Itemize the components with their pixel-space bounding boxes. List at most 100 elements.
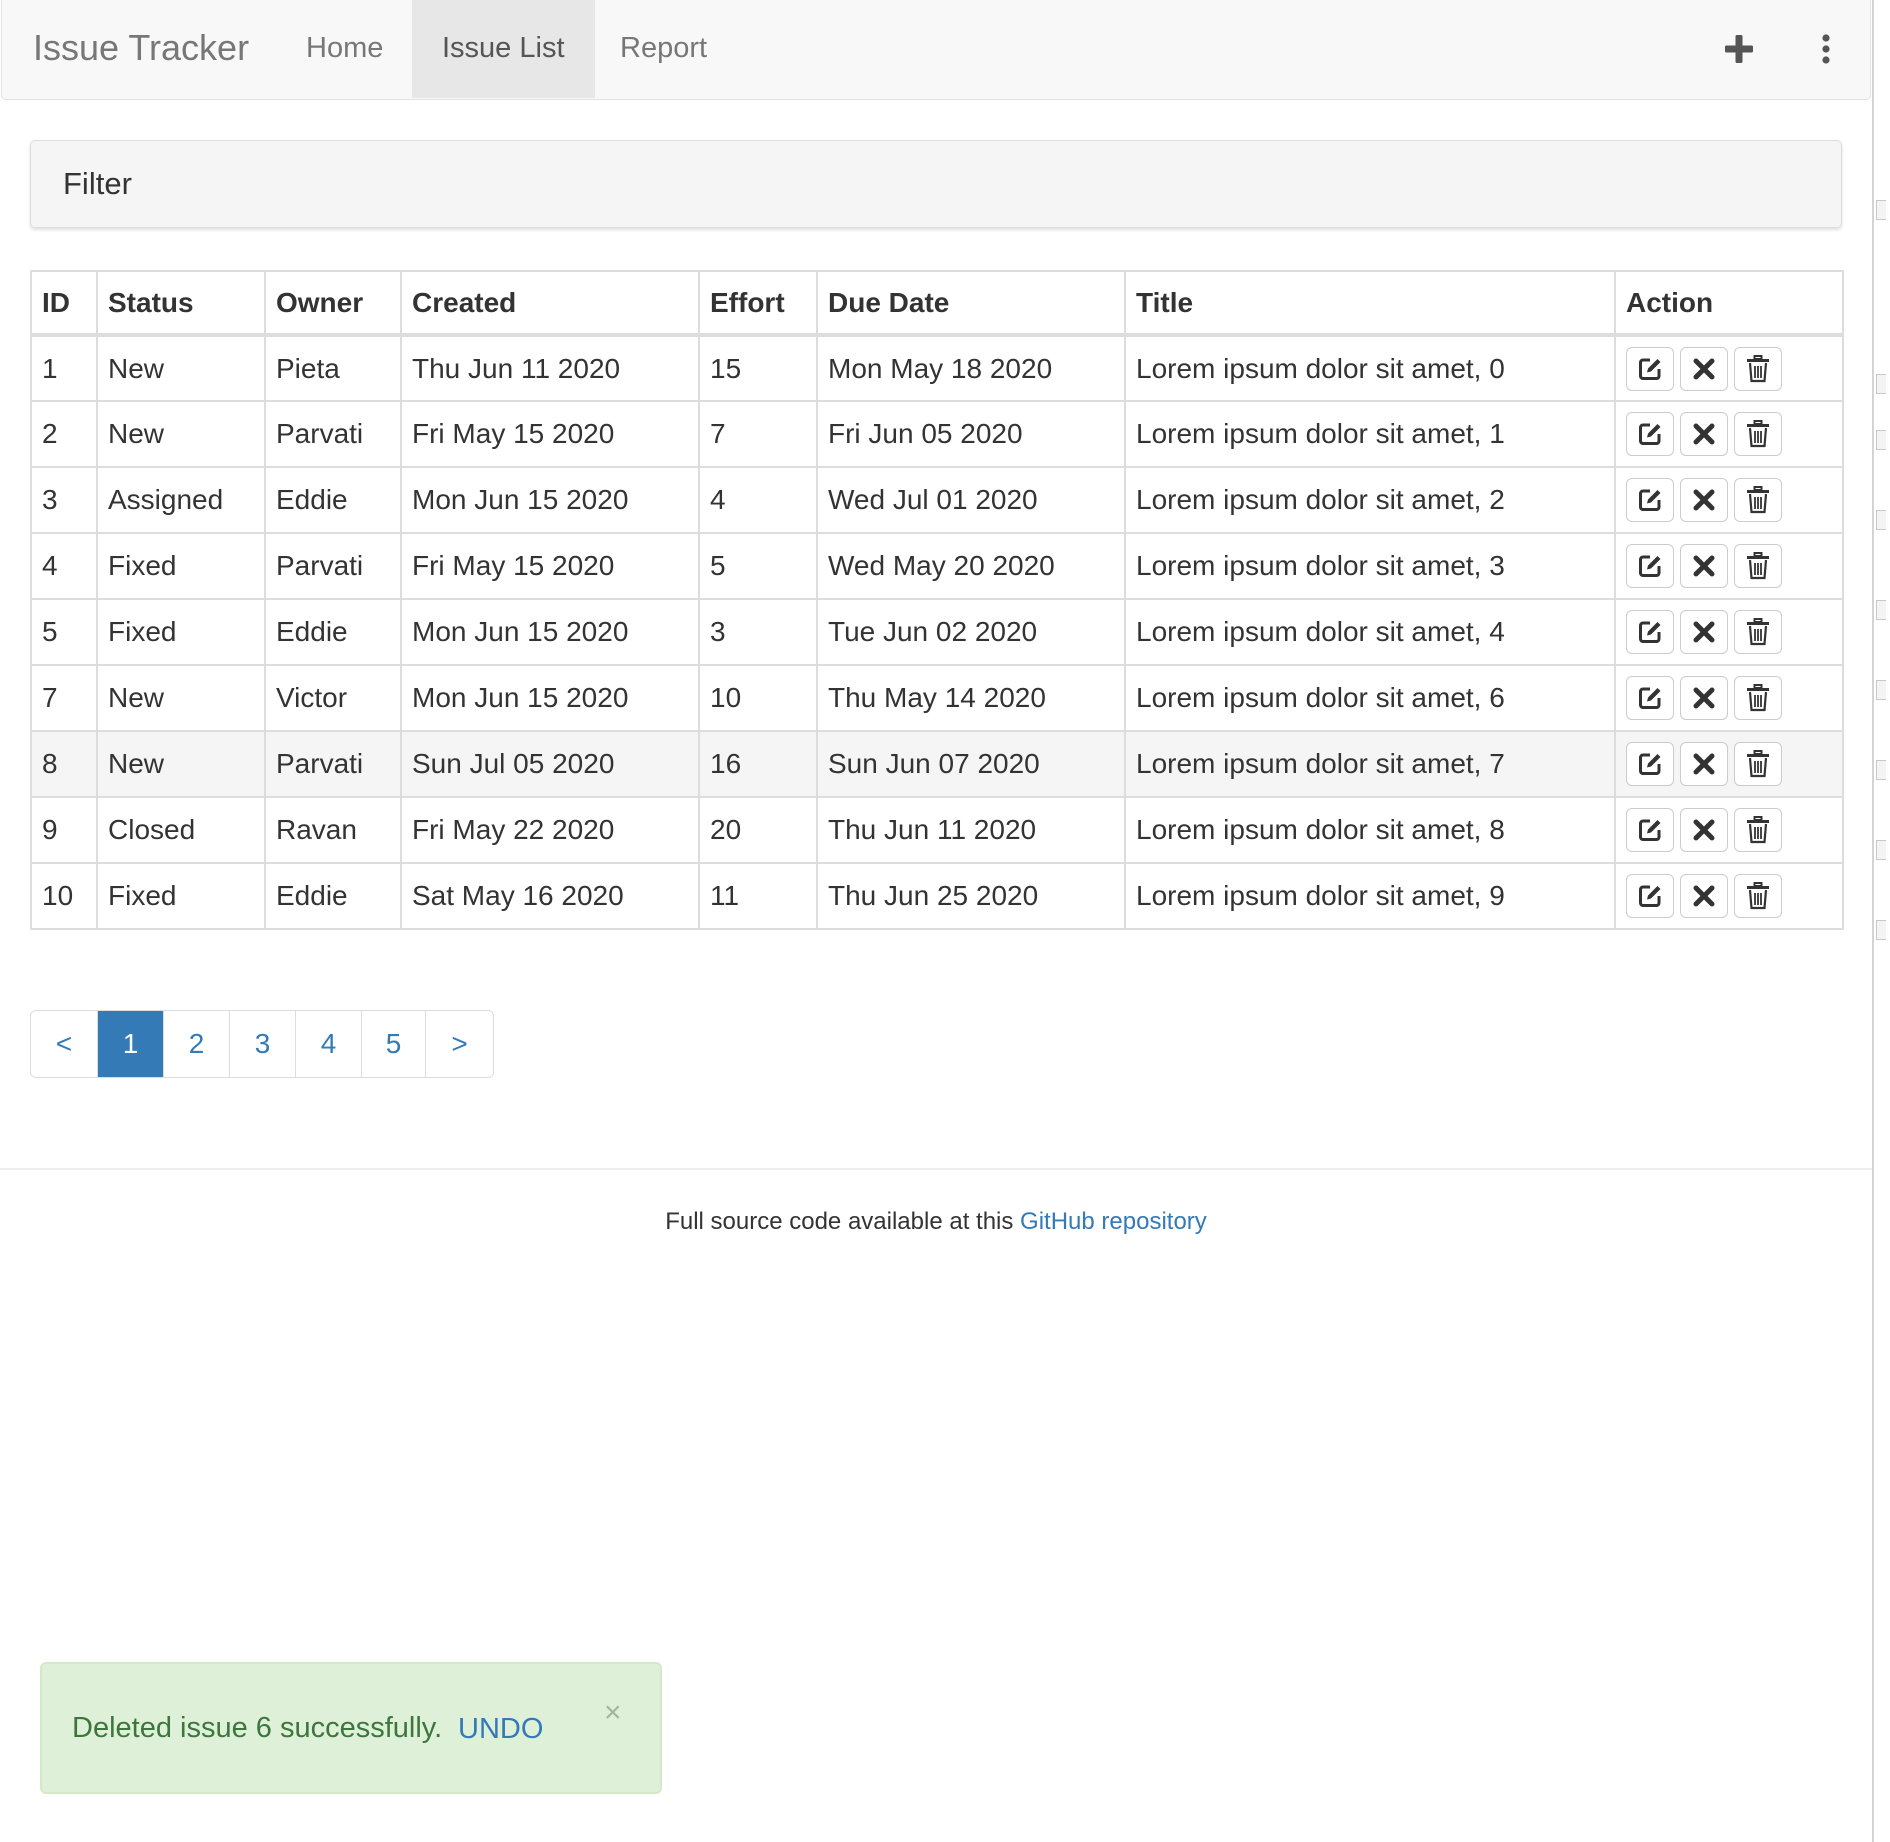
table-row[interactable]: 9 Closed Ravan Fri May 22 2020 20 Thu Jun 11 …	[30, 796, 1844, 864]
cell-due-date: Wed Jul 01 2020	[816, 466, 1126, 534]
trash-icon	[1746, 552, 1770, 580]
cell-created: Mon Jun 15 2020	[400, 598, 700, 666]
delete-button[interactable]	[1734, 346, 1782, 391]
edit-button[interactable]	[1626, 808, 1674, 852]
delete-button[interactable]	[1734, 742, 1782, 786]
header-due-date: Due Date	[816, 270, 1126, 337]
nav-home[interactable]: Home	[276, 0, 413, 98]
side-panel-tick	[1876, 600, 1886, 620]
cell-status: New	[96, 664, 266, 732]
edit-button[interactable]	[1626, 478, 1674, 522]
cell-status: New	[96, 400, 266, 468]
edit-button[interactable]	[1626, 610, 1674, 654]
cell-created: Mon Jun 15 2020	[400, 664, 700, 732]
cell-status: Fixed	[96, 598, 266, 666]
cell-effort: 16	[698, 730, 818, 798]
undo-button[interactable]: UNDO	[458, 1664, 543, 1794]
cell-id: 3	[30, 466, 98, 534]
edit-icon	[1637, 553, 1663, 579]
side-panel-tick	[1876, 510, 1886, 530]
table-row[interactable]: 10 Fixed Eddie Sat May 16 2020 11 Thu Jun 25 …	[30, 862, 1844, 930]
page-2-button[interactable]: 2	[163, 1011, 229, 1077]
table-row[interactable]: 7 New Victor Mon Jun 15 2020 10 Thu May 14 20…	[30, 664, 1844, 732]
table-row[interactable]: 4 Fixed Parvati Fri May 15 2020 5 Wed May 20 …	[30, 532, 1844, 600]
close-issue-button[interactable]	[1680, 478, 1728, 522]
edit-button[interactable]	[1626, 874, 1674, 918]
edit-button[interactable]	[1626, 544, 1674, 588]
nav-report[interactable]: Report	[590, 0, 737, 98]
cell-status: Closed	[96, 796, 266, 864]
table-row[interactable]: 8 New Parvati Sun Jul 05 2020 16 Sun Jun 07 2…	[30, 730, 1844, 798]
close-icon	[1692, 488, 1716, 512]
delete-button[interactable]	[1734, 610, 1782, 654]
cell-due-date: Wed May 20 2020	[816, 532, 1126, 600]
nav-issue-list[interactable]: Issue List	[412, 0, 595, 98]
edit-button[interactable]	[1626, 676, 1674, 720]
cell-status: Fixed	[96, 862, 266, 930]
success-toast: Deleted issue 6 successfully. UNDO ×	[40, 1662, 662, 1794]
github-repository-link[interactable]: GitHub repository	[1020, 1208, 1207, 1235]
issue-table: ID Status Owner Created Effort Due Date …	[30, 270, 1844, 930]
close-issue-button[interactable]	[1680, 610, 1728, 654]
page-3-button[interactable]: 3	[229, 1011, 295, 1077]
cell-status: New	[96, 334, 266, 402]
cell-due-date: Mon May 18 2020	[816, 334, 1126, 402]
toast-close-icon[interactable]: ×	[604, 1698, 622, 1728]
cell-status: Fixed	[96, 532, 266, 600]
brand-title[interactable]: Issue Tracker	[33, 0, 249, 98]
filter-panel[interactable]: Filter	[30, 140, 1842, 228]
edit-icon	[1637, 685, 1663, 711]
edit-button[interactable]	[1626, 742, 1674, 786]
cell-created: Fri May 22 2020	[400, 796, 700, 864]
delete-button[interactable]	[1734, 478, 1782, 522]
close-icon	[1692, 884, 1716, 908]
app-window: Issue Tracker Home Issue List Report Fil…	[0, 0, 1872, 1842]
cell-owner: Ravan	[264, 796, 402, 864]
page-prev-button[interactable]: <	[31, 1011, 97, 1077]
cell-id: 9	[30, 796, 98, 864]
cell-due-date: Thu Jun 25 2020	[816, 862, 1126, 930]
plus-icon[interactable]	[1718, 0, 1760, 98]
close-icon	[1692, 818, 1716, 842]
side-panel-edge	[1872, 0, 1890, 1842]
filter-panel-title[interactable]: Filter	[63, 141, 132, 227]
cell-action	[1614, 466, 1844, 534]
cell-effort: 10	[698, 664, 818, 732]
trash-icon	[1746, 618, 1770, 646]
table-row[interactable]: 3 Assigned Eddie Mon Jun 15 2020 4 Wed Jul 01…	[30, 466, 1844, 534]
cell-title: Lorem ipsum dolor sit amet, 4	[1124, 598, 1616, 666]
page-4-button[interactable]: 4	[295, 1011, 361, 1077]
table-row[interactable]: 5 Fixed Eddie Mon Jun 15 2020 3 Tue Jun 02 20…	[30, 598, 1844, 666]
cell-action	[1614, 532, 1844, 600]
edit-button[interactable]	[1626, 412, 1674, 456]
close-icon	[1692, 620, 1716, 644]
page-next-button[interactable]: >	[425, 1011, 493, 1077]
close-issue-button[interactable]	[1680, 676, 1728, 720]
vertical-ellipsis-icon[interactable]	[1808, 0, 1844, 98]
page-5-button[interactable]: 5	[361, 1011, 425, 1077]
delete-button[interactable]	[1734, 874, 1782, 918]
delete-button[interactable]	[1734, 412, 1782, 456]
cell-due-date: Sun Jun 07 2020	[816, 730, 1126, 798]
delete-button[interactable]	[1734, 676, 1782, 720]
delete-button[interactable]	[1734, 808, 1782, 852]
trash-icon	[1746, 750, 1770, 778]
close-issue-button[interactable]	[1680, 346, 1728, 391]
cell-title: Lorem ipsum dolor sit amet, 3	[1124, 532, 1616, 600]
edit-button[interactable]	[1626, 346, 1674, 391]
toast-message: Deleted issue 6 successfully.	[72, 1712, 443, 1744]
close-issue-button[interactable]	[1680, 874, 1728, 918]
side-panel-tick	[1876, 760, 1886, 780]
side-panel-tick	[1876, 200, 1886, 220]
delete-button[interactable]	[1734, 544, 1782, 588]
close-issue-button[interactable]	[1680, 808, 1728, 852]
table-row[interactable]: 2 New Parvati Fri May 15 2020 7 Fri Jun 05 20…	[30, 400, 1844, 468]
cell-due-date: Fri Jun 05 2020	[816, 400, 1126, 468]
page-1-button[interactable]: 1	[97, 1011, 163, 1077]
table-row[interactable]: 1 New Pieta Thu Jun 11 2020 15 Mon May 18 202…	[30, 334, 1844, 402]
close-issue-button[interactable]	[1680, 742, 1728, 786]
trash-icon	[1746, 354, 1770, 383]
close-issue-button[interactable]	[1680, 412, 1728, 456]
close-issue-button[interactable]	[1680, 544, 1728, 588]
footer-divider	[0, 1168, 1872, 1170]
